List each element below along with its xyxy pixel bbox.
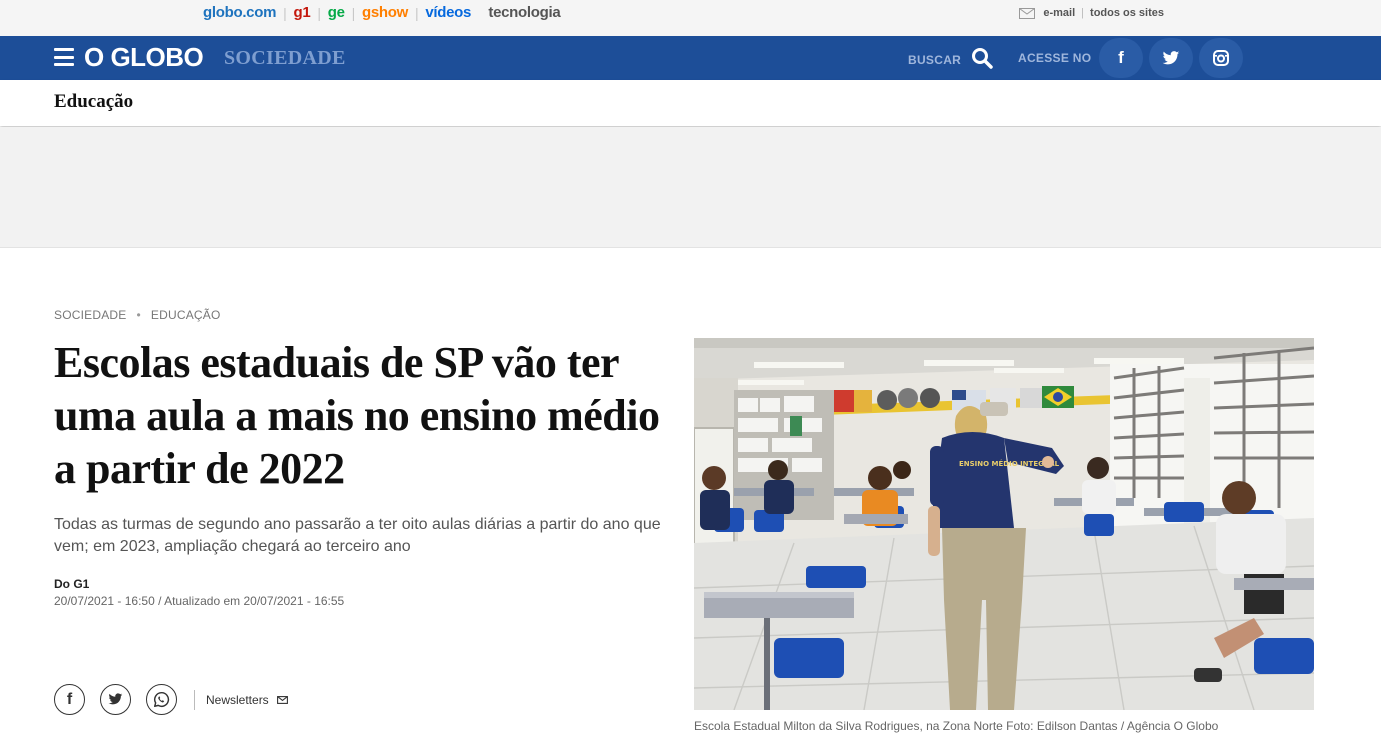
breadcrumb-item-sociedade[interactable]: SOCIEDADE (54, 308, 126, 322)
header-section-link[interactable]: SOCIEDADE (224, 47, 346, 70)
facebook-icon: f (66, 690, 73, 708)
link-videos[interactable]: vídeos (425, 4, 471, 21)
section-title-link[interactable]: Educação (54, 91, 133, 113)
share-facebook-button[interactable]: f (54, 684, 85, 715)
article-dates: 20/07/2021 - 16:50 / Atualizado em 20/07… (54, 594, 345, 608)
mail-icon (1019, 7, 1036, 19)
global-sites-links: globo.com | g1 | ge | gshow | vídeos | t… (203, 4, 561, 21)
search-icon (961, 48, 993, 69)
divider: | (351, 4, 356, 21)
ad-slot (0, 127, 1381, 248)
link-globo-com[interactable]: globo.com (203, 4, 276, 21)
newsletters-label: Newsletters (206, 692, 269, 707)
instagram-icon (1213, 50, 1229, 66)
twitter-header-button[interactable] (1149, 38, 1193, 78)
search-label: BUSCAR (908, 53, 962, 67)
divider: | (317, 4, 321, 21)
hamburger-menu-icon[interactable] (54, 48, 74, 66)
divider: | (414, 4, 419, 21)
search-button[interactable]: BUSCAR (908, 48, 993, 69)
breadcrumb: SOCIEDADE • EDUCAÇÃO (54, 308, 221, 322)
link-g1[interactable]: g1 (293, 4, 310, 21)
article-headline: Escolas estaduais de SP vão ter uma aula… (54, 338, 660, 493)
breadcrumb-separator: • (136, 308, 141, 322)
twitter-icon (108, 693, 123, 706)
newsletters-link[interactable]: Newsletters (206, 693, 288, 707)
article-subtitle: Todas as turmas de segundo ano passarão … (54, 516, 661, 555)
facebook-icon: f (1118, 48, 1124, 67)
divider: | (1081, 7, 1085, 19)
site-header: O GLOBO SOCIEDADE BUSCAR ACESSE NO f (0, 36, 1381, 80)
mail-icon (269, 695, 288, 704)
instagram-header-button[interactable] (1199, 38, 1243, 78)
divider: | (478, 5, 481, 21)
link-gshow[interactable]: gshow (362, 4, 408, 21)
global-right-links: e-mail | todos os sites (1019, 7, 1164, 19)
access-label: ACESSE NO (1018, 51, 1092, 65)
divider: | (283, 4, 287, 21)
article-photo[interactable]: ENSINO MÉDIO INTEGRAL (694, 338, 1314, 710)
breadcrumb-item-educacao[interactable]: EDUCAÇÃO (151, 308, 221, 322)
facebook-header-button[interactable]: f (1099, 38, 1143, 78)
share-twitter-button[interactable] (100, 684, 131, 715)
link-ge[interactable]: ge (328, 4, 345, 21)
article-author: Do G1 (54, 577, 90, 591)
global-top-bar: globo.com | g1 | ge | gshow | vídeos | t… (0, 0, 1381, 36)
share-whatsapp-button[interactable] (146, 684, 177, 715)
section-bar: Educação (0, 80, 1381, 126)
whatsapp-icon (153, 691, 170, 708)
twitter-icon (1162, 50, 1180, 66)
all-sites-link[interactable]: todos os sites (1090, 7, 1164, 19)
photo-caption: Escola Estadual Milton da Silva Rodrigue… (694, 719, 1219, 733)
share-bar: f Newsletters (54, 684, 288, 715)
email-link[interactable]: e-mail (1043, 7, 1075, 19)
site-logo[interactable]: O GLOBO (84, 42, 204, 73)
divider (194, 689, 195, 710)
link-tecnologia[interactable]: tecnologia (488, 4, 560, 21)
